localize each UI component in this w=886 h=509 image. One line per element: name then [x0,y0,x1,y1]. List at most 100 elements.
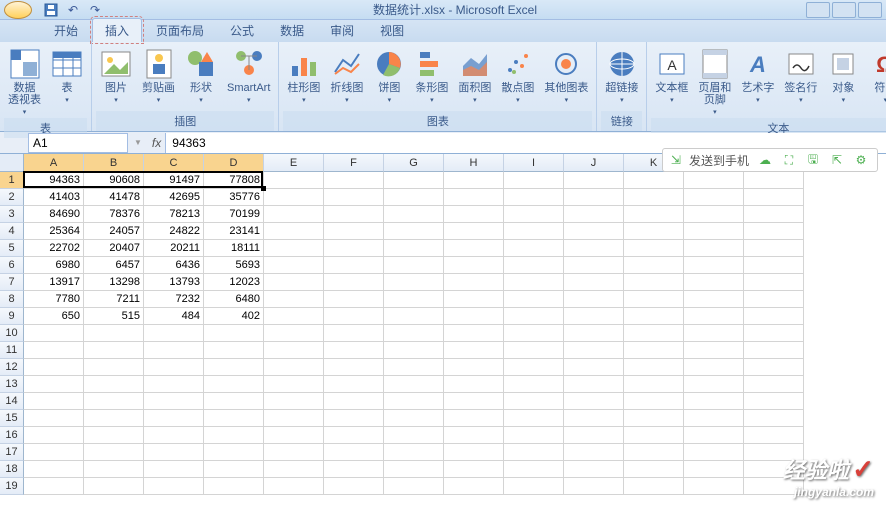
cell[interactable] [264,444,324,461]
scatter-chart-button[interactable]: 散点图▾ [497,46,538,106]
row-header-19[interactable]: 19 [0,478,24,495]
cell[interactable] [564,189,624,206]
cell[interactable]: 41403 [24,189,84,206]
cell[interactable] [144,359,204,376]
cell[interactable] [324,189,384,206]
cell[interactable]: 90608 [84,172,144,189]
cell[interactable] [684,308,744,325]
cell[interactable] [744,291,804,308]
send-phone-icon[interactable]: ⇲ [671,153,681,167]
cell[interactable] [624,342,684,359]
bar-chart-button[interactable]: 条形图▾ [411,46,452,106]
smartart-button[interactable]: SmartArt▾ [223,46,274,106]
shapes-button[interactable]: 形状▾ [181,46,221,106]
cell[interactable] [444,257,504,274]
cell[interactable]: 402 [204,308,264,325]
cell[interactable] [564,393,624,410]
selection-handle[interactable] [261,186,266,191]
cell[interactable]: 6436 [144,257,204,274]
cell[interactable]: 6480 [204,291,264,308]
row-header-5[interactable]: 5 [0,240,24,257]
cell[interactable] [684,325,744,342]
row-header-4[interactable]: 4 [0,223,24,240]
cell[interactable] [624,274,684,291]
column-header-D[interactable]: D [204,154,264,172]
cell[interactable] [624,359,684,376]
cell[interactable] [504,461,564,478]
cell[interactable] [204,461,264,478]
row-header-14[interactable]: 14 [0,393,24,410]
cell[interactable] [444,274,504,291]
cell[interactable] [744,274,804,291]
cell[interactable] [444,308,504,325]
cell[interactable] [744,359,804,376]
cell[interactable] [324,257,384,274]
cell[interactable] [324,342,384,359]
cell[interactable] [264,223,324,240]
cell[interactable] [504,342,564,359]
cell[interactable] [744,342,804,359]
cell[interactable] [84,393,144,410]
hyperlink-button[interactable]: 超链接▾ [601,46,642,106]
cell[interactable] [624,172,684,189]
cell[interactable] [264,257,324,274]
cell[interactable] [624,257,684,274]
cell[interactable] [264,291,324,308]
cell[interactable] [24,359,84,376]
cell[interactable] [684,257,744,274]
tab-review[interactable]: 审阅 [318,19,366,42]
tab-insert[interactable]: 插入 [92,18,142,42]
cell[interactable] [624,189,684,206]
cell[interactable]: 84690 [24,206,84,223]
cell[interactable] [504,240,564,257]
cell[interactable] [84,376,144,393]
cell[interactable] [84,478,144,495]
cell[interactable] [504,257,564,274]
cell[interactable] [444,444,504,461]
cell[interactable] [564,206,624,223]
fx-icon[interactable]: fx [148,136,165,150]
cell[interactable] [264,376,324,393]
cell[interactable] [744,223,804,240]
cell[interactable] [564,291,624,308]
cell[interactable] [504,325,564,342]
cell[interactable]: 13793 [144,274,204,291]
cell[interactable] [444,359,504,376]
cell[interactable]: 20211 [144,240,204,257]
cell[interactable] [204,359,264,376]
cell[interactable] [564,427,624,444]
cell[interactable] [144,325,204,342]
cell[interactable] [504,393,564,410]
cell[interactable] [264,308,324,325]
cell[interactable] [24,342,84,359]
wordart-button[interactable]: A艺术字▾ [737,46,778,106]
cell[interactable] [624,461,684,478]
picture-button[interactable]: 图片▾ [96,46,136,106]
cell[interactable] [384,206,444,223]
cell[interactable] [684,461,744,478]
name-box[interactable]: A1 [28,133,128,153]
cell[interactable] [624,291,684,308]
cell[interactable] [144,410,204,427]
cell[interactable] [504,359,564,376]
row-header-17[interactable]: 17 [0,444,24,461]
row-header-3[interactable]: 3 [0,206,24,223]
cell[interactable] [144,461,204,478]
cell[interactable] [24,461,84,478]
cell[interactable] [444,410,504,427]
cell[interactable]: 13917 [24,274,84,291]
cell[interactable]: 484 [144,308,204,325]
cell[interactable] [684,393,744,410]
cell[interactable] [624,393,684,410]
cell[interactable] [204,325,264,342]
cell[interactable] [564,342,624,359]
textbox-button[interactable]: A文本框▾ [651,46,692,106]
cell[interactable] [204,393,264,410]
cell[interactable]: 5693 [204,257,264,274]
cell[interactable] [504,206,564,223]
line-chart-button[interactable]: 折线图▾ [326,46,367,106]
cell[interactable] [324,359,384,376]
cell[interactable] [564,410,624,427]
send-phone-label[interactable]: 发送到手机 [689,152,749,169]
clipart-button[interactable]: 剪贴画▾ [138,46,179,106]
